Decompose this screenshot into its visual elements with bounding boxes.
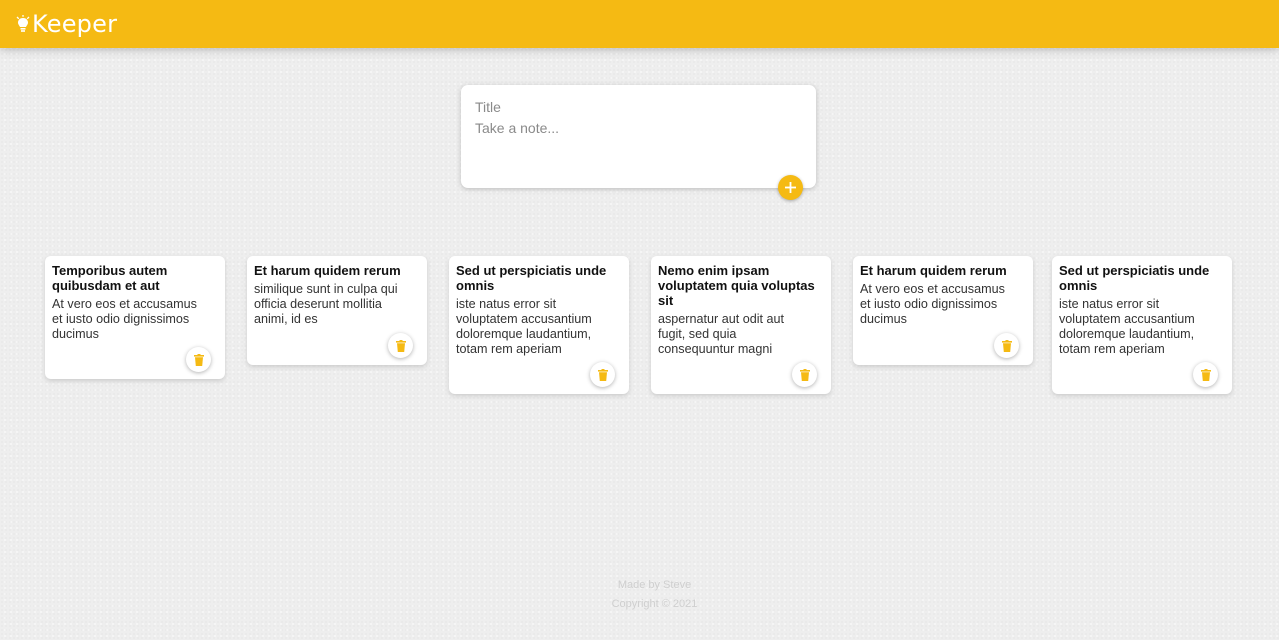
note-title-input[interactable] (475, 97, 802, 117)
note-content: aspernatur aut odit aut fugit, sed quia … (658, 312, 785, 356)
note-content: At vero eos et accusamus et iusto odio d… (860, 282, 1005, 326)
note-title: Sed ut perspiciatis unde omnis (1059, 263, 1210, 293)
note-title: Nemo enim ipsam voluptatem quia voluptas… (658, 263, 815, 308)
delete-note-button[interactable] (1193, 362, 1218, 387)
trash-icon (597, 368, 608, 381)
note-content: iste natus error sit voluptatem accusant… (456, 297, 592, 356)
lightbulb-icon (16, 15, 30, 32)
delete-note-button[interactable] (590, 362, 615, 387)
note-title: Et harum quidem rerum (860, 263, 1007, 278)
plus-icon (785, 182, 796, 193)
delete-note-button[interactable] (994, 333, 1019, 358)
note-content: similique sunt in culpa qui officia dese… (254, 282, 398, 326)
trash-icon (193, 353, 204, 366)
note-title: Sed ut perspiciatis unde omnis (456, 263, 607, 293)
note-title: Temporibus autem quibusdam et aut (52, 263, 168, 293)
note-card: Temporibus autem quibusdam et aut At ver… (45, 256, 225, 379)
app-title: Keeper (32, 10, 118, 38)
note-card: Et harum quidem rerum At vero eos et acc… (853, 256, 1033, 365)
trash-icon (1200, 368, 1211, 381)
footer-copyright: Copyright © 2021 (611, 598, 698, 610)
note-title: Et harum quidem rerum (254, 263, 401, 278)
page-footer: Made by Steve Copyright © 2021 (0, 576, 1279, 614)
note-card: Et harum quidem rerum similique sunt in … (247, 256, 427, 365)
note-content-input[interactable] (475, 120, 802, 160)
note-card: Nemo enim ipsam voluptatem quia voluptas… (651, 256, 831, 394)
note-card: Sed ut perspiciatis unde omnis iste natu… (449, 256, 629, 394)
create-note-form (461, 85, 816, 200)
delete-note-button[interactable] (388, 333, 413, 358)
note-card: Sed ut perspiciatis unde omnis iste natu… (1052, 256, 1232, 394)
delete-note-button[interactable] (186, 347, 211, 372)
add-note-button[interactable] (778, 175, 803, 200)
trash-icon (1001, 339, 1012, 352)
app-header: Keeper (0, 0, 1279, 48)
note-content: iste natus error sit voluptatem accusant… (1059, 297, 1195, 356)
trash-icon (395, 339, 406, 352)
note-content: At vero eos et accusamus et iusto odio d… (52, 297, 197, 341)
delete-note-button[interactable] (792, 362, 817, 387)
footer-made-by: Made by Steve (617, 579, 692, 591)
trash-icon (799, 368, 810, 381)
